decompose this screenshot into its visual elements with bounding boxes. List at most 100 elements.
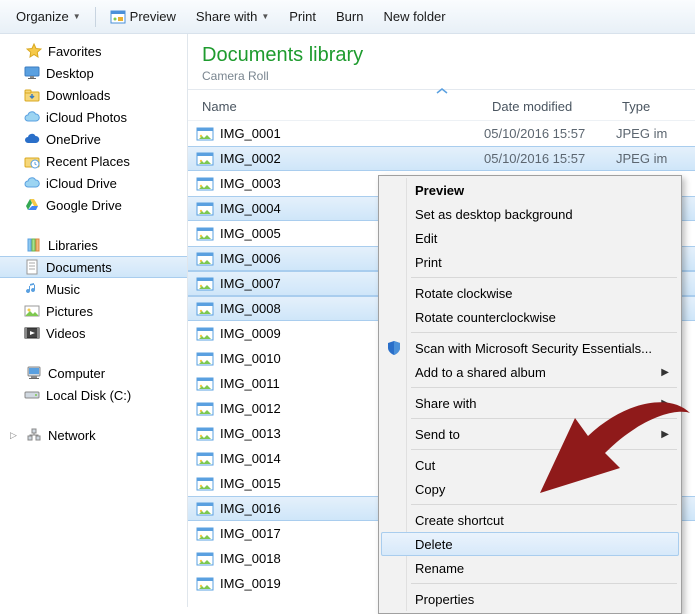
sidebar-item-computer[interactable]: Computer	[0, 362, 187, 384]
ctx-send-to[interactable]: Send to▶	[381, 422, 679, 446]
nav-label: Recent Places	[46, 154, 130, 169]
vid-icon	[24, 325, 40, 341]
nav-label: Pictures	[46, 304, 93, 319]
sidebar-item-favorites[interactable]: Favorites	[0, 40, 187, 62]
expand-icon: ▷	[10, 430, 20, 441]
ctx-create-shortcut[interactable]: Create shortcut	[381, 508, 679, 532]
file-row[interactable]: IMG_000105/10/2016 15:57JPEG im	[188, 121, 695, 146]
share-button[interactable]: Share with ▼	[188, 5, 277, 28]
desktop-icon	[24, 65, 40, 81]
ctx-set-background[interactable]: Set as desktop background	[381, 202, 679, 226]
gdrive-icon	[24, 197, 40, 213]
file-date: 05/10/2016 15:57	[484, 126, 616, 141]
image-file-icon	[196, 226, 214, 242]
file-row[interactable]: IMG_000205/10/2016 15:57JPEG im	[188, 146, 695, 171]
print-button[interactable]: Print	[281, 5, 324, 28]
new-folder-label: New folder	[383, 9, 445, 24]
recent-icon	[24, 153, 40, 169]
burn-button[interactable]: Burn	[328, 5, 371, 28]
sidebar-item-pictures[interactable]: Pictures	[0, 300, 187, 322]
nav-label: Desktop	[46, 66, 94, 81]
nav-label: Videos	[46, 326, 86, 341]
sidebar-item-icloud-drive[interactable]: iCloud Drive	[0, 172, 187, 194]
nav-label: Google Drive	[46, 198, 122, 213]
sidebar-item-desktop[interactable]: Desktop	[0, 62, 187, 84]
nav-label: Libraries	[48, 238, 98, 253]
organize-label: Organize	[16, 9, 69, 24]
sidebar-item-libraries[interactable]: Libraries	[0, 234, 187, 256]
net-icon	[26, 427, 42, 443]
file-date: 05/10/2016 15:57	[484, 151, 616, 166]
comp-icon	[26, 365, 42, 381]
ctx-rotate-cw[interactable]: Rotate clockwise	[381, 281, 679, 305]
ctx-add-album[interactable]: Add to a shared album▶	[381, 360, 679, 384]
dropdown-icon: ▼	[261, 12, 269, 21]
column-name[interactable]: Name	[202, 99, 492, 114]
navigation-sidebar: Favorites Desktop Downloads iCloud Photos On…	[0, 34, 188, 607]
library-title: Documents library	[202, 44, 681, 67]
new-folder-button[interactable]: New folder	[375, 5, 453, 28]
ctx-delete[interactable]: Delete	[381, 532, 679, 556]
ctx-separator	[411, 504, 677, 505]
library-header: Documents library Camera Roll	[188, 34, 695, 89]
organize-button[interactable]: Organize ▼	[8, 5, 89, 28]
sidebar-item-music[interactable]: Music	[0, 278, 187, 300]
image-file-icon	[196, 401, 214, 417]
preview-icon	[110, 9, 126, 25]
sidebar-item-icloud-photos[interactable]: iCloud Photos	[0, 106, 187, 128]
sidebar-item-google-drive[interactable]: Google Drive	[0, 194, 187, 216]
nav-label: iCloud Drive	[46, 176, 117, 191]
sidebar-item-network[interactable]: ▷Network	[0, 424, 187, 446]
ctx-scan[interactable]: Scan with Microsoft Security Essentials.…	[381, 336, 679, 360]
image-file-icon	[196, 451, 214, 467]
nav-label: Local Disk (C:)	[46, 388, 131, 403]
ctx-edit[interactable]: Edit	[381, 226, 679, 250]
column-date[interactable]: Date modified	[492, 99, 622, 114]
sidebar-item-onedrive[interactable]: OneDrive	[0, 128, 187, 150]
image-file-icon	[196, 476, 214, 492]
ctx-preview[interactable]: Preview	[381, 178, 679, 202]
nav-label: Computer	[48, 366, 105, 381]
toolbar-separator	[95, 7, 96, 27]
library-subtitle: Camera Roll	[202, 69, 681, 83]
image-file-icon	[196, 276, 214, 292]
preview-button[interactable]: Preview	[102, 5, 184, 29]
shield-icon	[385, 339, 403, 357]
ctx-share[interactable]: Share with▶	[381, 391, 679, 415]
star-icon	[26, 43, 42, 59]
pic-icon	[24, 303, 40, 319]
ctx-rotate-ccw[interactable]: Rotate counterclockwise	[381, 305, 679, 329]
ctx-separator	[411, 583, 677, 584]
nav-label: iCloud Photos	[46, 110, 127, 125]
ctx-cut[interactable]: Cut	[381, 453, 679, 477]
image-file-icon	[196, 426, 214, 442]
sidebar-item-local-disk-c-[interactable]: Local Disk (C:)	[0, 384, 187, 406]
burn-label: Burn	[336, 9, 363, 24]
sidebar-item-downloads[interactable]: Downloads	[0, 84, 187, 106]
file-name: IMG_0001	[220, 126, 484, 141]
image-file-icon	[196, 176, 214, 192]
disk-icon	[24, 387, 40, 403]
image-file-icon	[196, 526, 214, 542]
ctx-properties[interactable]: Properties	[381, 587, 679, 611]
sidebar-item-documents[interactable]: Documents	[0, 256, 187, 278]
ctx-copy[interactable]: Copy	[381, 477, 679, 501]
ctx-rename[interactable]: Rename	[381, 556, 679, 580]
column-headers: Name Date modified Type	[188, 93, 695, 121]
ctx-print[interactable]: Print	[381, 250, 679, 274]
print-label: Print	[289, 9, 316, 24]
onedrive-icon	[24, 131, 40, 147]
downloads-icon	[24, 87, 40, 103]
nav-label: Documents	[46, 260, 112, 275]
sidebar-item-videos[interactable]: Videos	[0, 322, 187, 344]
file-type: JPEG im	[616, 151, 695, 166]
ctx-separator	[411, 418, 677, 419]
image-file-icon	[196, 326, 214, 342]
share-label: Share with	[196, 9, 257, 24]
ctx-separator	[411, 277, 677, 278]
column-type[interactable]: Type	[622, 99, 695, 114]
sidebar-item-recent-places[interactable]: Recent Places	[0, 150, 187, 172]
image-file-icon	[196, 301, 214, 317]
context-menu: Preview Set as desktop background Edit P…	[378, 175, 682, 614]
image-file-icon	[196, 201, 214, 217]
